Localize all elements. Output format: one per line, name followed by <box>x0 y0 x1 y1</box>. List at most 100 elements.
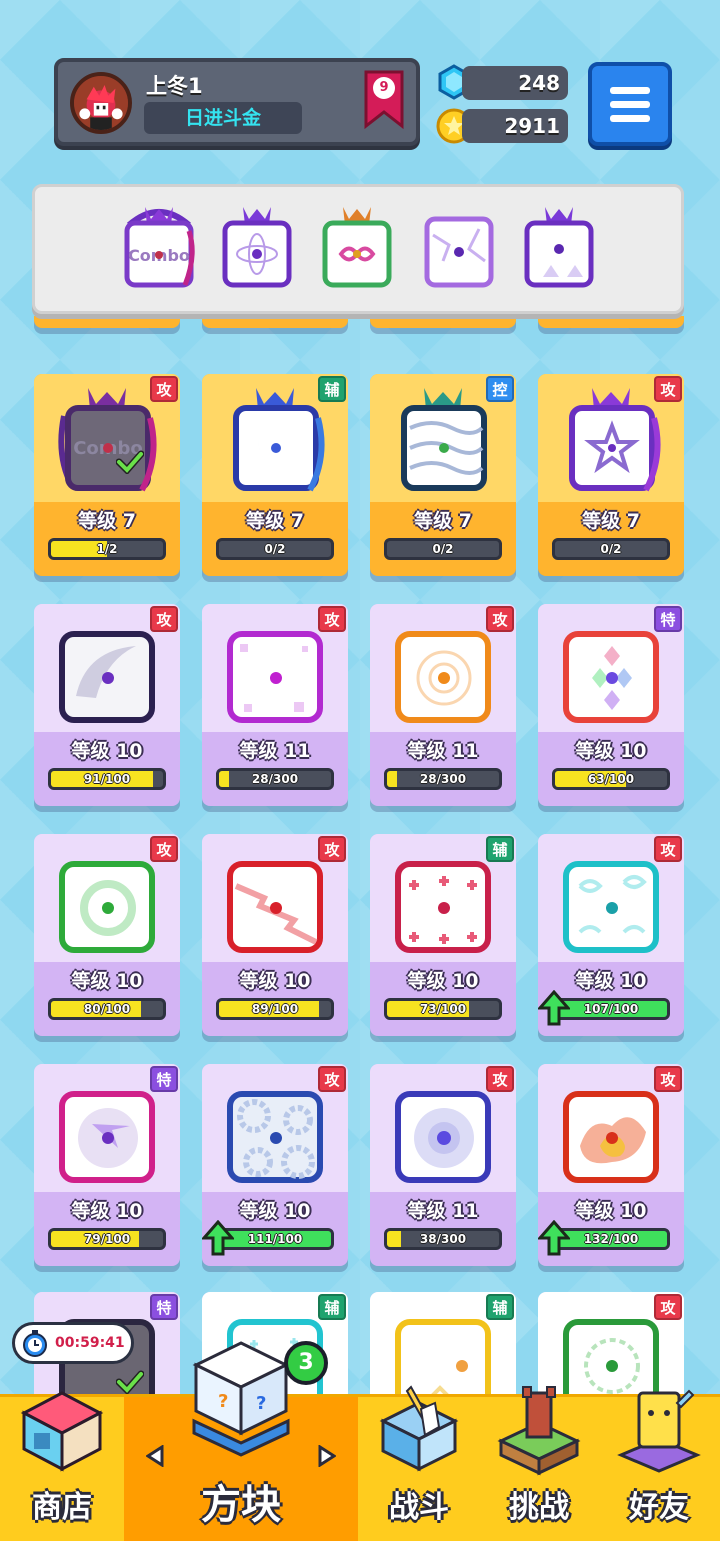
equipped-slot[interactable]: Combo <box>119 205 199 291</box>
dice-card[interactable]: 辅 等级 7 0/2 <box>202 374 348 576</box>
progress-text: 63/100 <box>587 772 635 786</box>
type-tag-attack: 攻 <box>654 1066 682 1092</box>
dice-card[interactable] <box>34 316 180 328</box>
dice-card[interactable]: 攻 等级 7 0/2 <box>538 374 684 576</box>
progress-text: 111/100 <box>247 1232 303 1246</box>
dice-card[interactable]: 攻 等级 10 80/100 <box>34 834 180 1036</box>
dice-card[interactable]: 攻 等级 10 111/100 <box>202 1064 348 1266</box>
dice-card[interactable]: 攻 等级 10 91/100 <box>34 604 180 806</box>
dice-card[interactable]: 攻 等级 10 89/100 <box>202 834 348 1036</box>
prev-arrow-icon[interactable] <box>146 1445 164 1467</box>
progress-bar: 0/2 <box>216 538 334 560</box>
player-name: 上冬1 <box>146 74 203 98</box>
type-tag-control: 控 <box>486 376 514 402</box>
equipped-check-icon <box>116 1370 144 1394</box>
dice-card[interactable]: Combo 攻 等级 7 1/2 <box>34 374 180 576</box>
wind-dice-icon <box>392 386 494 494</box>
progress-text: 28/300 <box>419 772 467 786</box>
equipped-slot[interactable] <box>419 205 499 291</box>
nav-tab-friends[interactable]: 好友 <box>598 1389 720 1541</box>
orbit-dice-icon <box>222 207 292 288</box>
gem-count: 248 <box>462 66 568 100</box>
nav-tab-battle[interactable]: 战斗 <box>358 1385 480 1541</box>
star-dice-icon <box>560 386 662 494</box>
dice-card[interactable]: 辅 <box>370 1292 516 1396</box>
dice-card[interactable]: 攻 等级 10 107/100 <box>538 834 684 1036</box>
next-arrow-icon[interactable] <box>318 1445 336 1467</box>
card-level: 等级 10 <box>407 970 479 992</box>
equipped-deck-panel: Combo <box>32 184 684 314</box>
dice-card[interactable]: 攻 等级 11 28/300 <box>202 604 348 806</box>
dice-card[interactable]: 攻 等级 11 28/300 <box>370 604 516 806</box>
dice-card[interactable]: 控 等级 7 0/2 <box>370 374 516 576</box>
progress-bar: 28/300 <box>216 768 334 790</box>
progress-bar: 80/100 <box>48 998 166 1020</box>
upgrade-arrow-icon[interactable] <box>202 1220 234 1256</box>
card-level: 等级 11 <box>407 740 479 762</box>
nav-tab-blocks[interactable]: ? ? 方块 <box>124 1341 358 1541</box>
player-profile-panel[interactable]: 上冬1 日进斗金 9 <box>54 58 420 146</box>
card-level: 等级 7 <box>414 510 472 532</box>
dice-collection-grid: Combo 攻 等级 7 1/2 辅 等级 7 <box>0 316 720 1396</box>
equipped-slot[interactable] <box>519 205 599 291</box>
type-tag-special: 特 <box>654 606 682 632</box>
hamburger-icon-line <box>610 86 650 94</box>
progress-text: 80/100 <box>83 1002 131 1016</box>
friend-character-icon <box>617 1383 701 1479</box>
type-tag-attack: 攻 <box>150 836 178 862</box>
progress-bar: 1/2 <box>48 538 166 560</box>
menu-button[interactable] <box>588 62 672 146</box>
svg-text:?: ? <box>256 1393 266 1414</box>
swirl-dice-icon <box>560 846 662 954</box>
target-dice-icon <box>392 616 494 724</box>
player-avatar[interactable] <box>70 72 132 134</box>
lightning-dice-icon <box>224 846 326 954</box>
dice-card[interactable]: 攻 <box>538 1292 684 1396</box>
shop-icon <box>20 1383 104 1479</box>
infinity-dice-icon <box>322 207 392 288</box>
type-tag-support: 辅 <box>318 1294 346 1320</box>
type-tag-support: 辅 <box>318 376 346 402</box>
progress-bar: 79/100 <box>48 1228 166 1250</box>
progress-bar: 63/100 <box>552 768 670 790</box>
upgrade-arrow-icon[interactable] <box>538 990 570 1026</box>
card-level: 等级 10 <box>575 970 647 992</box>
dice-card[interactable]: 攻 等级 11 38/300 <box>370 1064 516 1266</box>
dice-card[interactable]: 辅 等级 10 73/100 <box>370 834 516 1036</box>
equipped-slot[interactable] <box>317 205 397 291</box>
card-level: 等级 10 <box>71 1200 143 1222</box>
hamburger-icon-line <box>610 100 650 108</box>
rainbow-dice-icon <box>560 616 662 724</box>
card-level: 等级 11 <box>407 1200 479 1222</box>
timer-text: 00:59:41 <box>55 1335 125 1351</box>
card-level: 等级 11 <box>239 740 311 762</box>
fire-dice-icon <box>560 1076 662 1184</box>
nav-tab-shop[interactable]: 商店 <box>0 1391 124 1541</box>
dice-card[interactable] <box>370 316 516 328</box>
type-tag-attack: 攻 <box>486 606 514 632</box>
card-level: 等级 10 <box>575 740 647 762</box>
dice-card[interactable]: 攻 等级 10 132/100 <box>538 1064 684 1266</box>
progress-bar: 28/300 <box>384 768 502 790</box>
card-level: 等级 7 <box>582 510 640 532</box>
progress-text: 28/300 <box>251 772 299 786</box>
rank-number: 9 <box>379 80 389 95</box>
ribbon-icon <box>364 70 404 130</box>
type-tag-special: 特 <box>150 1066 178 1092</box>
equipped-slot[interactable] <box>217 205 297 291</box>
combo-dice-icon: Combo <box>56 386 158 494</box>
progress-text: 0/2 <box>432 542 454 556</box>
type-tag-attack: 攻 <box>150 606 178 632</box>
blocks-badge: 3 <box>284 1341 328 1385</box>
type-tag-attack: 攻 <box>654 836 682 862</box>
dice-card[interactable] <box>202 316 348 328</box>
upgrade-arrow-icon[interactable] <box>538 1220 570 1256</box>
mystery-cube-icon: ? ? <box>186 1337 296 1457</box>
stopwatch-icon <box>23 1330 47 1357</box>
dice-card[interactable]: 特 等级 10 63/100 <box>538 604 684 806</box>
dice-card[interactable]: 特 等级 10 79/100 <box>34 1064 180 1266</box>
progress-bar: 89/100 <box>216 998 334 1020</box>
nav-tab-challenge[interactable]: 挑战 <box>480 1386 598 1541</box>
dice-card[interactable] <box>538 316 684 328</box>
rank-ribbon-badge[interactable]: 9 <box>362 70 406 130</box>
